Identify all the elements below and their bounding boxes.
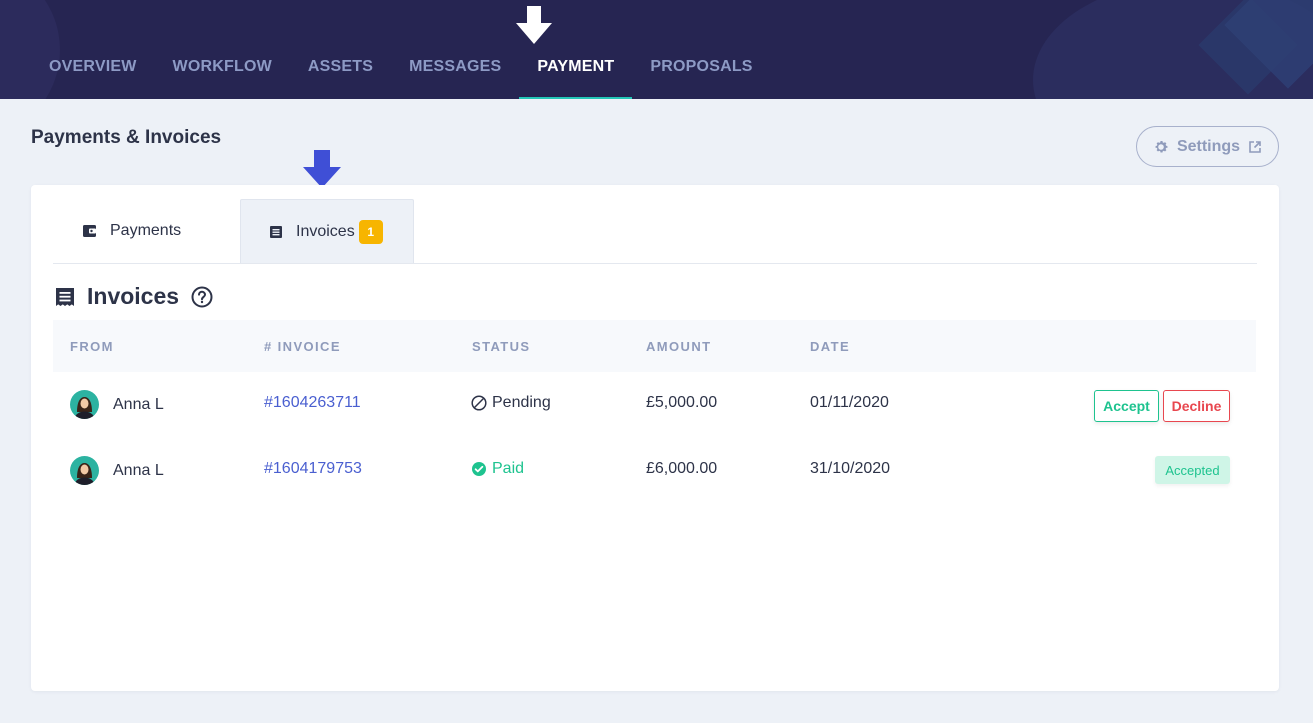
- accept-button[interactable]: Accept: [1094, 390, 1159, 422]
- invoice-number-link[interactable]: #1604179753: [264, 460, 362, 478]
- nav-item-proposals[interactable]: PROPOSALS: [632, 48, 770, 99]
- tab-payments[interactable]: Payments: [53, 199, 240, 263]
- avatar: [70, 456, 99, 485]
- from-name: Anna L: [113, 396, 164, 413]
- settings-label: Settings: [1176, 137, 1241, 155]
- arrow-down-icon: [516, 6, 552, 44]
- status-paid: Paid: [471, 460, 524, 478]
- status-label: Pending: [492, 394, 551, 411]
- date: 01/11/2020: [810, 394, 889, 411]
- invoices-card: Payments Invoices 1 Invoices FROM # INVO…: [31, 185, 1279, 691]
- tab-invoices-label: Invoices: [296, 222, 355, 240]
- document-icon: [270, 225, 282, 238]
- receipt-icon: [56, 287, 74, 306]
- table-header: FROM # INVOICE STATUS AMOUNT DATE: [53, 320, 1256, 372]
- nav-item-payment[interactable]: PAYMENT: [519, 48, 633, 99]
- column-header-amount: AMOUNT: [646, 339, 712, 354]
- tab-invoices[interactable]: Invoices 1: [240, 199, 414, 263]
- check-circle-icon: [472, 462, 486, 476]
- column-header-from: FROM: [70, 339, 114, 354]
- from-name: Anna L: [113, 462, 164, 479]
- table-row: Anna L #1604179753 Paid £6,000.00 31/10/…: [53, 438, 1256, 504]
- external-link-icon: [1249, 140, 1261, 153]
- accepted-badge: Accepted: [1155, 456, 1230, 484]
- amount: £5,000.00: [646, 394, 718, 411]
- date: 31/10/2020: [810, 460, 891, 477]
- nav-item-workflow[interactable]: WORKFLOW: [155, 48, 290, 99]
- wallet-icon: [83, 225, 96, 237]
- settings-button[interactable]: Settings: [1136, 126, 1279, 167]
- table-row: Anna L #1604263711 Pending £5,000.00 01/…: [53, 372, 1256, 438]
- invoices-count-badge: 1: [358, 219, 383, 244]
- arrow-down-icon: [303, 150, 341, 188]
- status-pending: Pending: [471, 394, 551, 412]
- column-header-status: STATUS: [472, 339, 531, 354]
- section-title: Invoices: [87, 283, 180, 309]
- nav-item-messages[interactable]: MESSAGES: [391, 48, 519, 99]
- help-circle-icon[interactable]: [191, 286, 213, 308]
- page-title: Payments & Invoices: [31, 127, 222, 148]
- status-label: Paid: [492, 460, 525, 477]
- column-header-date: DATE: [810, 339, 851, 354]
- top-navigation-bar: OVERVIEW WORKFLOW ASSETS MESSAGES PAYMEN…: [0, 0, 1313, 99]
- nav-item-overview[interactable]: OVERVIEW: [31, 48, 155, 99]
- tab-payments-label: Payments: [110, 222, 182, 239]
- main-nav: OVERVIEW WORKFLOW ASSETS MESSAGES PAYMEN…: [31, 48, 771, 99]
- amount: £6,000.00: [646, 460, 718, 477]
- column-header-invoice: # INVOICE: [264, 339, 341, 354]
- decline-button[interactable]: Decline: [1163, 390, 1230, 422]
- avatar: [70, 390, 99, 419]
- section-header: Invoices: [55, 283, 213, 310]
- nav-item-assets[interactable]: ASSETS: [290, 48, 391, 99]
- ban-icon: [471, 395, 487, 411]
- tab-bar: Payments Invoices 1: [53, 199, 1257, 264]
- gear-icon: [1155, 140, 1168, 152]
- invoice-number-link[interactable]: #1604263711: [264, 394, 361, 412]
